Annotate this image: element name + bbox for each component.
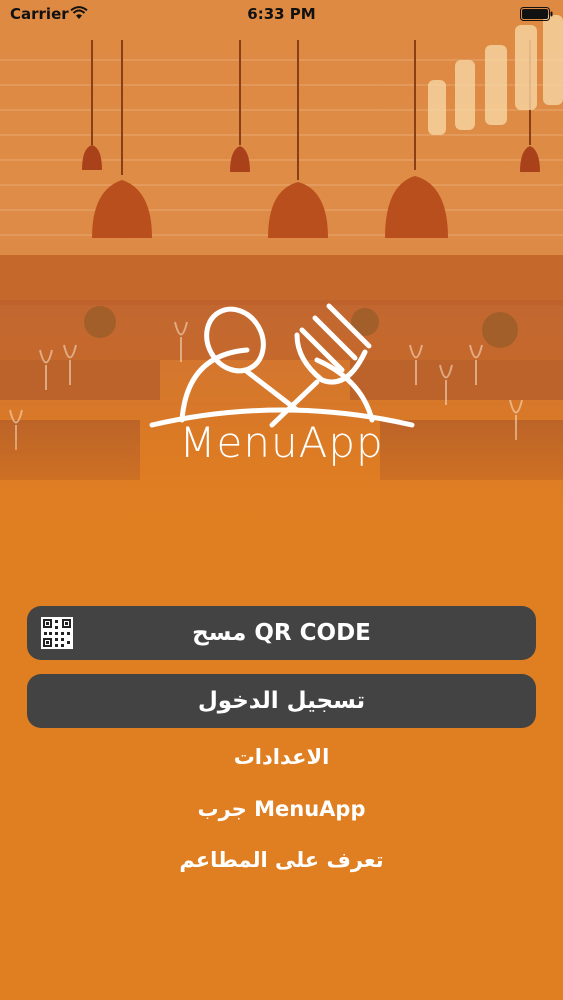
battery-icon	[520, 7, 553, 21]
login-button[interactable]: تسجيل الدخول	[27, 674, 536, 728]
qr-code-icon	[41, 617, 73, 649]
status-time: 6:33 PM	[247, 5, 316, 23]
login-label: تسجيل الدخول	[197, 688, 366, 714]
try-app-link[interactable]: جرب MenuApp	[0, 797, 563, 821]
status-bar: Carrier 6:33 PM	[0, 0, 563, 30]
scan-qr-label: مسح QR CODE	[192, 620, 371, 646]
discover-restaurants-link[interactable]: تعرف على المطاعم	[0, 848, 563, 872]
brand-name: MenuApp	[179, 418, 384, 467]
restaurant-photo-background	[0, 0, 563, 560]
hero-background: Carrier 6:33 PM MenuApp	[0, 0, 563, 560]
settings-link[interactable]: الاعدادات	[0, 745, 563, 769]
scan-qr-button[interactable]: مسح QR CODE	[27, 606, 536, 660]
